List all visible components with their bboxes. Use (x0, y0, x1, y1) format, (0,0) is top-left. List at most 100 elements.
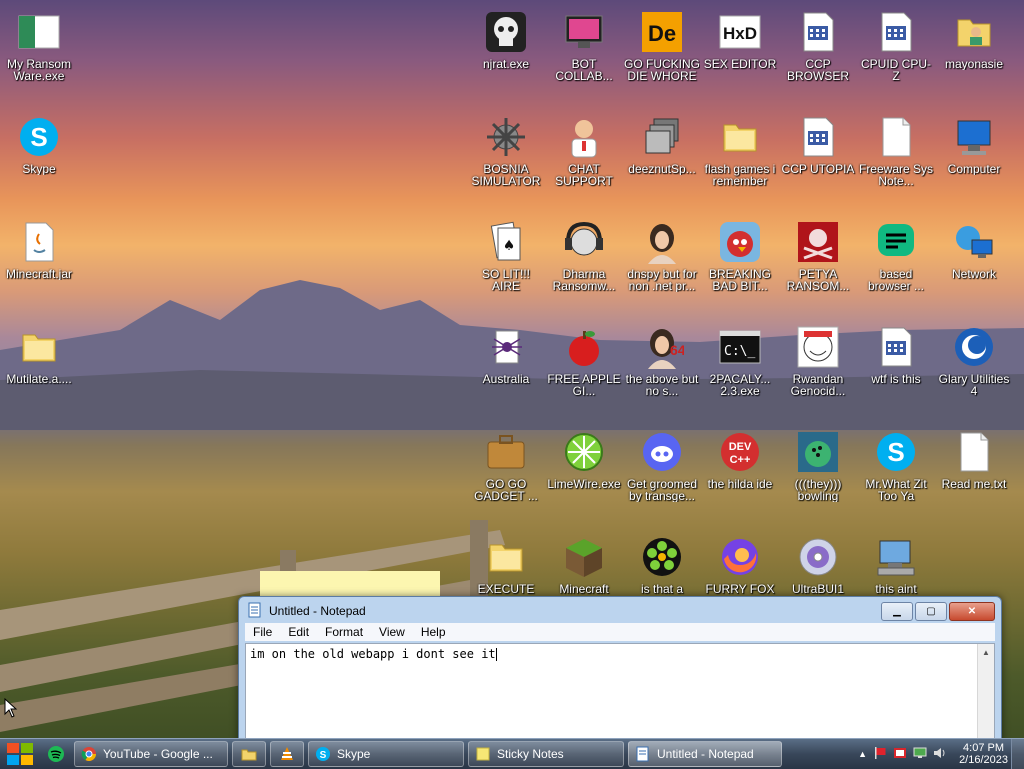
svg-text:S: S (30, 122, 47, 152)
clock[interactable]: 4:07 PM 2/16/2023 (959, 742, 1008, 766)
menu-view[interactable]: View (371, 625, 413, 639)
desktop-icon[interactable]: wtf is this (858, 323, 934, 419)
desktop-icon-label: My Ransom Ware.exe (6, 58, 71, 82)
desktop-icon[interactable]: Australia (468, 323, 544, 419)
desktop-icon[interactable]: Computer (936, 113, 1012, 209)
discord-icon (638, 428, 686, 476)
taskbar-explorer[interactable] (232, 741, 266, 767)
windows-logo-icon (7, 743, 33, 765)
desktop-icon[interactable]: LimeWire.exe (546, 428, 622, 524)
desktop-icon[interactable]: BREAKING BAD BIT... (702, 218, 778, 314)
taskbar-notepad[interactable]: Untitled - Notepad (628, 741, 782, 767)
network-tray-icon[interactable] (913, 746, 927, 763)
desktop-icon-label: 2PACALY... 2.3.exe (709, 373, 771, 397)
desktop-icon[interactable]: Network (936, 218, 1012, 314)
tray-expand-icon[interactable]: ▲ (858, 749, 867, 759)
skype-icon: S (316, 747, 330, 761)
desktop-icon[interactable]: based browser ... (858, 218, 934, 314)
red-skull-icon (794, 218, 842, 266)
desktop-icon[interactable]: CHAT SUPPORT (546, 113, 622, 209)
sticky-note[interactable] (260, 571, 440, 596)
blank-file-icon (872, 113, 920, 161)
green-white-flag-icon (15, 8, 63, 56)
notepad-text-area[interactable]: im on the old webapp i dont see it ▲ (245, 643, 995, 747)
desktop-icon[interactable]: ♠ SO LIT!!! AIRE (468, 218, 544, 314)
security-icon[interactable] (893, 746, 907, 763)
desktop-icon-label: njrat.exe (482, 58, 530, 70)
taskbar-skype[interactable]: S Skype (308, 741, 464, 767)
desktop-icon[interactable]: Mutilate.a.... (1, 323, 77, 419)
clock-date: 2/16/2023 (959, 754, 1008, 766)
menu-file[interactable]: File (245, 625, 280, 639)
desktop-icon[interactable]: CPUID CPU-Z (858, 8, 934, 104)
desktop-icon-label: is that a (640, 583, 684, 595)
menu-format[interactable]: Format (317, 625, 371, 639)
folder-icon (241, 749, 257, 761)
taskbar-label: Untitled - Notepad (657, 747, 754, 761)
svg-text:S: S (887, 437, 904, 467)
desktop-icon[interactable]: FREE APPLE GI... (546, 323, 622, 419)
desktop-icon-label: BOT COLLAB... (555, 58, 613, 82)
notepad-icon (247, 602, 263, 621)
desktop-icon[interactable]: flash games i remember (702, 113, 778, 209)
firefox-icon (716, 533, 764, 581)
desktop-icon[interactable]: Glary Utilities 4 (936, 323, 1012, 419)
icq-icon (638, 533, 686, 581)
show-desktop-button[interactable] (1011, 739, 1024, 769)
desktop-icon[interactable]: C:\_ 2PACALY... 2.3.exe (702, 323, 778, 419)
maximize-button[interactable]: ▢ (915, 602, 947, 621)
network-icon (950, 218, 998, 266)
desktop-icon[interactable]: CCP BROWSER (780, 8, 856, 104)
desktop-icon[interactable]: BOT COLLAB... (546, 8, 622, 104)
desktop-icon[interactable]: CCP UTOPIA (780, 113, 856, 209)
desktop-icon[interactable]: Get groomed by transge... (624, 428, 700, 524)
desktop-icon-label: Mutilate.a.... (6, 373, 72, 385)
desktop-icon[interactable]: My Ransom Ware.exe (1, 8, 77, 104)
spotify-pin[interactable] (42, 741, 70, 767)
taskbar-youtube-chrome[interactable]: YouTube - Google ... (74, 741, 228, 767)
desktop-icon[interactable]: GO GO GADGET ... (468, 428, 544, 524)
minimize-button[interactable]: ▁ (881, 602, 913, 621)
desktop-icon[interactable]: DEV C++ the hilda ide (702, 428, 778, 524)
desktop-icon[interactable]: dnspy but for non .net pr... (624, 218, 700, 314)
taskbar-vlc[interactable] (270, 741, 304, 767)
scroll-up-arrow-icon[interactable]: ▲ (978, 644, 994, 660)
desktop-icon[interactable]: S Mr.What Zit Too Ya (858, 428, 934, 524)
desktop-icon[interactable]: S Skype (1, 113, 77, 209)
desktop-icon[interactable]: Dharma Ransomw... (546, 218, 622, 314)
desktop-icon-label: GO GO GADGET ... (474, 478, 538, 502)
menu-help[interactable]: Help (413, 625, 454, 639)
desktop-icon[interactable]: BOSNIA SIMULATOR (468, 113, 544, 209)
desktop-icon[interactable]: Freeware Sys Note... (858, 113, 934, 209)
taskbar-sticky-notes[interactable]: Sticky Notes (468, 741, 624, 767)
desktop-icon[interactable]: Minecraft.jar (1, 218, 77, 314)
desktop-icon[interactable]: mayonasie (936, 8, 1012, 104)
svg-text:HxD: HxD (723, 24, 757, 43)
desktop-icon-label: this aint (875, 583, 917, 595)
desktop-icon-label: flash games i remember (704, 163, 776, 187)
desktop-icon[interactable]: HxD SEX EDITOR (702, 8, 778, 104)
desktop-icon[interactable]: njrat.exe (468, 8, 544, 104)
desktop-icon-label: GO FUCKING DIE WHORE (624, 58, 700, 82)
desktop-icon[interactable]: 64 the above but no s... (624, 323, 700, 419)
flag-alert-icon[interactable] (873, 746, 887, 763)
start-button[interactable] (0, 739, 40, 769)
desktop-icon[interactable]: PETYA RANSOM... (780, 218, 856, 314)
desktop-icon[interactable]: Read me.txt (936, 428, 1012, 524)
desktop-icon[interactable]: De GO FUCKING DIE WHORE (624, 8, 700, 104)
volume-icon[interactable] (933, 746, 947, 763)
briefcase-icon (482, 428, 530, 476)
menu-edit[interactable]: Edit (280, 625, 317, 639)
vertical-scrollbar[interactable]: ▲ (977, 644, 994, 746)
notepad-window[interactable]: Untitled - Notepad ▁ ▢ ✕ File Edit Forma… (238, 596, 1002, 748)
desktop-icon[interactable]: (((they))) bowling (780, 428, 856, 524)
clock-time: 4:07 PM (963, 742, 1005, 754)
desktop-icon[interactable]: Rwandan Genocid... (780, 323, 856, 419)
devcpp-icon: DEV C++ (716, 428, 764, 476)
skype-icon: S (872, 428, 920, 476)
close-button[interactable]: ✕ (949, 602, 995, 621)
desktop-icon[interactable]: deeznutSp... (624, 113, 700, 209)
desktop-icon-label: SEX EDITOR (703, 58, 777, 70)
angry-bird-icon (716, 218, 764, 266)
desktop-icon-label: Computer (947, 163, 1001, 175)
